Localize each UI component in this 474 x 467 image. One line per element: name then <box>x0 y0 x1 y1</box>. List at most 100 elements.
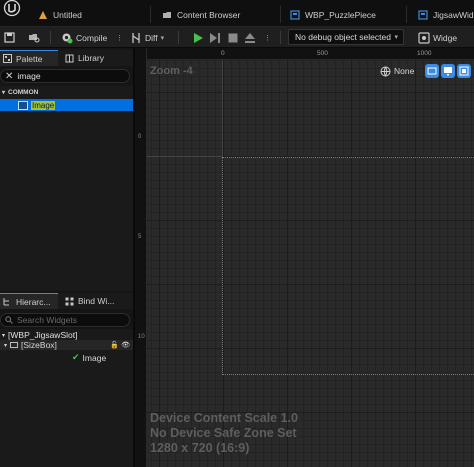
toolbar-divider <box>178 31 179 44</box>
hierarchy-root-row[interactable]: ▾ [WBP_JigsawSlot] <box>2 330 77 340</box>
level-icon <box>39 11 47 19</box>
tab-bind-widgets-label: Bind Wi... <box>78 296 115 306</box>
chevron-down-icon: ▾ <box>160 34 165 42</box>
browse-button[interactable] <box>28 29 40 46</box>
desktop-preview-button[interactable] <box>441 64 455 78</box>
screen-size-icon <box>427 67 437 75</box>
tab-hierarchy[interactable]: Hierarc... <box>0 293 58 309</box>
hierarchy-tab-strip: Hierarc... Bind Wi... <box>0 293 133 309</box>
tab-palette-label: Palette <box>16 53 43 64</box>
ruler-label: 10 <box>138 334 145 340</box>
widget-reflector-button[interactable]: Widge <box>418 29 457 46</box>
visibility-eye-icon[interactable]: 👁 <box>121 341 130 349</box>
eject-button[interactable] <box>244 29 256 46</box>
palette-search-input[interactable] <box>17 71 118 81</box>
ruler-label: 5 <box>138 234 142 240</box>
ruler-label: 0 <box>138 134 142 140</box>
fill-screen-icon <box>459 66 469 76</box>
ruler-label: 500 <box>317 50 328 57</box>
hierarchy-sizebox-label: [SizeBox] <box>21 340 57 350</box>
compile-label: Compile <box>76 32 108 43</box>
palette-category-common[interactable]: ▾ COMMON <box>2 89 38 96</box>
palette-icon <box>3 54 12 63</box>
compile-gear-icon <box>62 33 73 44</box>
editor-tab-bar: Untitled Content Browser WBP_PuzzlePiece… <box>0 0 474 27</box>
tab-divider <box>150 6 151 23</box>
zoom-level-label: Zoom -4 <box>150 65 193 77</box>
widget-label: Widge <box>433 32 458 43</box>
debug-object-label: No debug object selected <box>295 32 391 42</box>
tab-palette[interactable]: Palette <box>0 50 58 66</box>
tab-divider <box>280 6 281 23</box>
eject-icon <box>245 32 255 43</box>
hierarchy-sizebox-row[interactable]: ▾ [SizeBox] 🔓 👁 <box>0 340 133 350</box>
tab-bind-widgets[interactable]: Bind Wi... <box>62 293 132 309</box>
fill-screen-button[interactable] <box>457 64 471 78</box>
play-options-dropdown[interactable]: ⋮ <box>264 29 271 46</box>
compile-button[interactable]: Compile <box>60 29 107 46</box>
palette-item-image[interactable]: Image <box>0 99 133 111</box>
device-resolution-text: 1280 x 720 (16:9) <box>150 441 250 455</box>
tab-library[interactable]: Library <box>62 50 132 66</box>
widget-reflector-icon <box>418 31 430 44</box>
toolbar-divider <box>280 31 281 44</box>
stop-button[interactable] <box>227 29 239 46</box>
save-icon <box>4 32 15 43</box>
origin-guide-line <box>222 60 223 157</box>
tab-content-browser-label: Content Browser <box>177 10 241 20</box>
tab-jigsawwidget[interactable]: JigsawWid <box>418 5 474 25</box>
chevron-down-icon: ▾ <box>2 332 6 339</box>
palette-category-label: COMMON <box>8 89 39 96</box>
widget-blueprint-icon <box>290 10 300 20</box>
stop-icon <box>228 33 238 42</box>
palette-tab-strip: Palette Library <box>0 50 133 66</box>
diff-label: Diff <box>145 32 158 43</box>
clear-search-icon[interactable]: ✕ <box>5 71 13 82</box>
tab-wbp-puzzlepiece-label: WBP_PuzzlePiece <box>305 10 376 20</box>
palette-item-label: Image <box>31 100 56 110</box>
bind-widgets-icon <box>65 297 74 305</box>
panel-splitter[interactable] <box>133 48 135 467</box>
localization-preview-dropdown[interactable]: None <box>380 64 414 78</box>
hierarchy-tree: ▾ [WBP_JigsawSlot] ▾ [SizeBox] 🔓 👁 ✔ Ima… <box>0 329 133 467</box>
hierarchy-search-box[interactable] <box>0 313 130 327</box>
unreal-logo-icon[interactable] <box>2 0 22 20</box>
tab-library-label: Library <box>78 53 104 63</box>
device-safe-zone-text: No Device Safe Zone Set <box>150 426 297 440</box>
debug-object-dropdown[interactable]: No debug object selected ▾ <box>288 29 404 45</box>
screen-size-toggle-button[interactable] <box>425 64 439 78</box>
compile-options-dropdown[interactable]: ⋮ <box>116 29 123 46</box>
tab-untitled[interactable]: Untitled <box>38 5 128 25</box>
ruler-label: 0 <box>221 50 225 57</box>
hierarchy-root-label: [WBP_JigsawSlot] <box>8 330 78 340</box>
folder-icon <box>163 12 171 18</box>
horizontal-ruler: 0 500 1000 <box>135 48 474 60</box>
diff-button[interactable]: Diff ▾ <box>130 29 164 46</box>
play-icon <box>194 32 203 43</box>
library-icon <box>65 54 74 62</box>
diff-icon <box>132 32 140 43</box>
play-next-frame-button[interactable] <box>209 29 221 46</box>
widget-blueprint-icon <box>418 10 428 20</box>
globe-icon <box>380 66 391 77</box>
tab-content-browser[interactable]: Content Browser <box>162 5 272 25</box>
tab-untitled-label: Untitled <box>53 10 82 20</box>
search-icon <box>5 316 13 324</box>
palette-search-box[interactable]: ✕ <box>0 69 130 83</box>
hierarchy-image-label: Image <box>82 352 107 363</box>
tab-divider <box>406 6 407 23</box>
hierarchy-icon <box>3 298 9 306</box>
play-next-frame-icon <box>210 32 220 43</box>
sizebox-icon <box>10 342 19 348</box>
lock-icon[interactable]: 🔓 <box>110 341 119 349</box>
checkmark-icon: ✔ <box>72 352 80 362</box>
toolbar-divider <box>50 31 51 44</box>
tab-wbp-puzzlepiece[interactable]: WBP_PuzzlePiece <box>290 5 400 25</box>
chevron-down-icon: ▾ <box>4 342 8 349</box>
play-button[interactable] <box>192 29 204 46</box>
browse-folder-icon <box>29 34 40 43</box>
hierarchy-image-row[interactable]: ✔ Image <box>72 352 106 363</box>
hierarchy-search-input[interactable] <box>17 315 117 325</box>
tab-jigsawwidget-label: JigsawWid <box>433 10 474 20</box>
save-button[interactable] <box>4 29 15 46</box>
